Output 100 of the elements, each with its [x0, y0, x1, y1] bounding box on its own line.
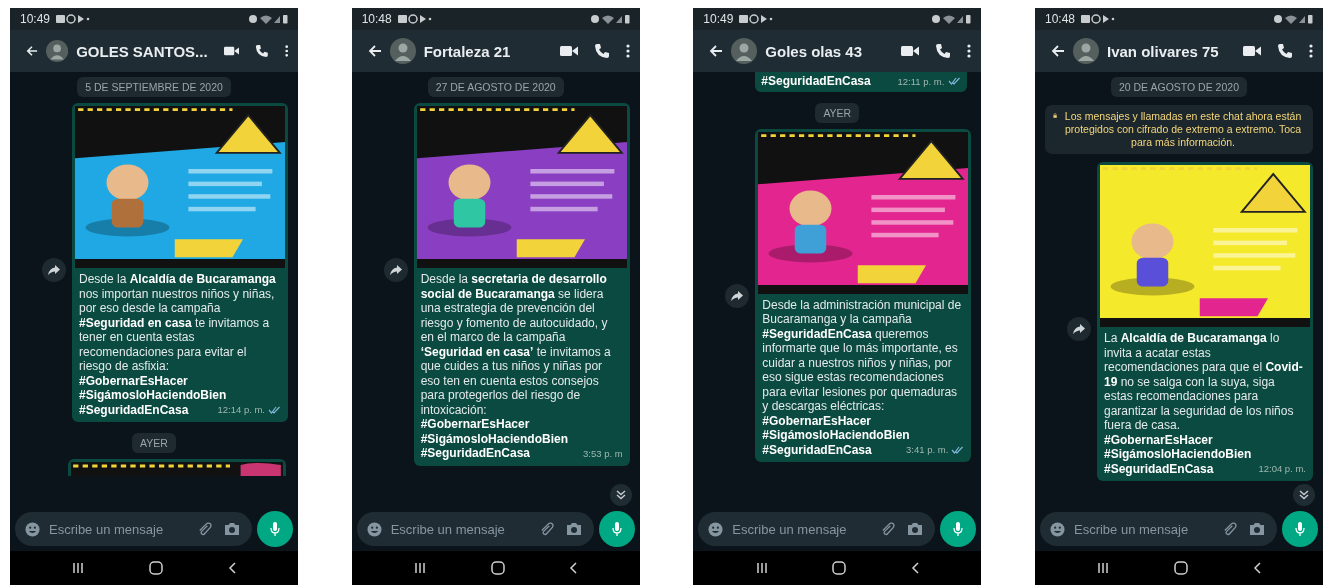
phone-call-icon[interactable] — [593, 43, 610, 59]
hashtag: #SeguridadEnCasa — [761, 74, 872, 89]
message-field[interactable]: Escribe un mensaje — [698, 512, 936, 546]
hashtag: #GobernarEsHacer — [79, 373, 188, 388]
recent-apps-icon[interactable] — [414, 562, 426, 574]
camera-icon[interactable] — [1248, 522, 1265, 536]
encryption-notice[interactable]: Los mensajes y llamadas en este chat ahora están protegidos con cifrado de extremo a extremo. Toca para más información. — [1044, 105, 1313, 154]
back-arrow-icon[interactable] — [1050, 44, 1065, 58]
back-arrow-icon[interactable] — [709, 44, 724, 58]
message-field[interactable]: Escribe un mensaje — [15, 512, 252, 546]
notification-icons — [56, 14, 91, 24]
system-status-icons — [248, 14, 288, 24]
emoji-icon[interactable] — [25, 521, 40, 537]
contact-avatar[interactable] — [45, 38, 69, 64]
contact-avatar[interactable] — [731, 38, 758, 64]
double-chevron-icon — [615, 490, 626, 500]
camera-icon[interactable] — [224, 522, 240, 536]
message-text: Desde la secretaria de desarrollo social de Bucaramanga se lidera una estrategia de prevención del riesgo y fomento de autocuidado, y en el marco de la campaña ‘Seguridad en casa’ te invitamos a que cuides a tus niños y niñas por eso ten en cuenta estos consejos para protegerlos del riesgo de intoxicación: — [420, 272, 612, 417]
forward-button[interactable] — [42, 258, 66, 282]
contact-avatar[interactable] — [389, 38, 416, 64]
microphone-button[interactable] — [1281, 511, 1318, 547]
microphone-button[interactable] — [257, 511, 293, 547]
phone-call-icon[interactable] — [1276, 43, 1293, 59]
menu-icon[interactable] — [284, 44, 288, 58]
recent-apps-icon[interactable] — [72, 562, 85, 574]
contact-name[interactable]: Goles olas 43 — [765, 42, 886, 60]
notification-icons — [1081, 14, 1115, 24]
menu-icon[interactable] — [967, 44, 972, 58]
status-time: 10:49 — [20, 12, 51, 26]
home-icon[interactable] — [1173, 561, 1188, 575]
paperclip-icon[interactable] — [880, 521, 896, 537]
video-call-icon[interactable] — [559, 45, 578, 57]
system-status-icons — [1272, 14, 1313, 24]
hashtag: #SeguridadEnCasa — [420, 446, 531, 461]
status-time: 10:48 — [361, 12, 392, 26]
message-bubble[interactable]: #SeguridadEnCasa 12:11 p. m. — [755, 72, 968, 92]
contact-name[interactable]: GOLES SANTOS... — [76, 42, 208, 60]
forward-button[interactable] — [1066, 317, 1091, 341]
phone-call-icon[interactable] — [254, 43, 269, 59]
microphone-icon — [611, 521, 622, 537]
menu-icon[interactable] — [625, 44, 630, 58]
hashtag: #GobernarEsHacer — [420, 417, 530, 432]
emoji-icon[interactable] — [1049, 521, 1065, 537]
message-bubble[interactable] — [72, 103, 288, 422]
contact-name[interactable]: Ivan olivares 75 — [1106, 42, 1227, 60]
emoji-icon[interactable] — [366, 521, 382, 537]
video-call-icon[interactable] — [901, 45, 920, 57]
microphone-button[interactable] — [940, 511, 977, 547]
forward-button[interactable] — [383, 258, 408, 282]
notice-text: Los mensajes y llamadas en este chat ahora están protegidos con cifrado de extremo a extremo. Toca para más información. — [1063, 110, 1303, 149]
system-status-icons — [589, 14, 630, 24]
video-call-icon[interactable] — [223, 45, 239, 57]
message-field[interactable]: Escribe un mensaje — [1039, 512, 1277, 546]
menu-icon[interactable] — [1308, 44, 1313, 58]
back-icon[interactable] — [1252, 562, 1261, 574]
microphone-button[interactable] — [598, 511, 635, 547]
status-time: 10:49 — [703, 12, 734, 26]
paperclip-icon[interactable] — [197, 521, 212, 537]
hashtag: #GobernarEsHacer — [1103, 432, 1213, 447]
microphone-icon — [953, 521, 964, 537]
message-field[interactable]: Escribe un mensaje — [356, 512, 594, 546]
share-arrow-icon — [389, 265, 402, 275]
double-chevron-icon — [1298, 490, 1309, 500]
recent-apps-icon[interactable] — [1097, 562, 1110, 574]
video-call-icon[interactable] — [1242, 45, 1261, 57]
message-text: Desde la Alcaldía de Bucaramanga nos importan nuestros niños y niñas, por eso desde la campaña #Seguridad en casa te invitamos a tener en cuenta estas recomendaciones para evitar el riesgo de asfixia: — [79, 272, 277, 374]
recent-apps-icon[interactable] — [755, 562, 768, 574]
camera-icon[interactable] — [907, 522, 924, 536]
notification-icons — [397, 14, 432, 24]
contact-avatar[interactable] — [1072, 38, 1099, 64]
scroll-down-button[interactable] — [609, 484, 632, 506]
home-icon[interactable] — [832, 561, 847, 575]
date-chip: AYER — [132, 433, 176, 453]
message-time: 12:04 p. m. — [1258, 463, 1306, 475]
back-icon[interactable] — [910, 562, 919, 574]
message-text: Desde la administración municipal de Bucaramanga y la campaña #SeguridadEnCasa queremos informarte que lo más importante, es cuidar a nuestros niños y niñas, por eso sigue estas recomendaciones para evitar lesiones por quemaduras y descargas eléctricas: — [762, 297, 963, 414]
home-icon[interactable] — [149, 561, 163, 575]
scroll-down-button[interactable] — [1292, 484, 1315, 506]
camera-icon[interactable] — [565, 522, 582, 536]
hashtag: #SeguridadEnCasa — [1103, 461, 1214, 476]
hashtag: #SigámosloHaciendoBien — [1103, 447, 1252, 462]
back-icon[interactable] — [569, 562, 578, 574]
message-bubble[interactable] — [1096, 162, 1313, 481]
contact-name[interactable]: Fortaleza 21 — [423, 42, 544, 60]
home-icon[interactable] — [490, 561, 505, 575]
hashtag: #SigámosloHaciendoBien — [79, 388, 227, 403]
emoji-icon[interactable] — [708, 521, 724, 537]
message-time: 12:11 p. m. — [897, 75, 945, 87]
status-time: 10:48 — [1044, 12, 1075, 26]
hashtag: #SeguridadEnCasa — [79, 402, 189, 417]
phone-call-icon[interactable] — [935, 43, 952, 59]
message-time: 3:41 p. m. — [906, 444, 949, 456]
back-icon[interactable] — [227, 562, 236, 574]
message-bubble[interactable] — [755, 128, 972, 462]
message-bubble[interactable] — [413, 103, 630, 466]
back-arrow-icon[interactable] — [367, 44, 382, 58]
back-arrow-icon[interactable] — [26, 44, 38, 58]
forward-button[interactable] — [725, 283, 750, 308]
message-time: 12:14 p. m. — [217, 404, 265, 416]
microphone-icon — [270, 521, 280, 537]
